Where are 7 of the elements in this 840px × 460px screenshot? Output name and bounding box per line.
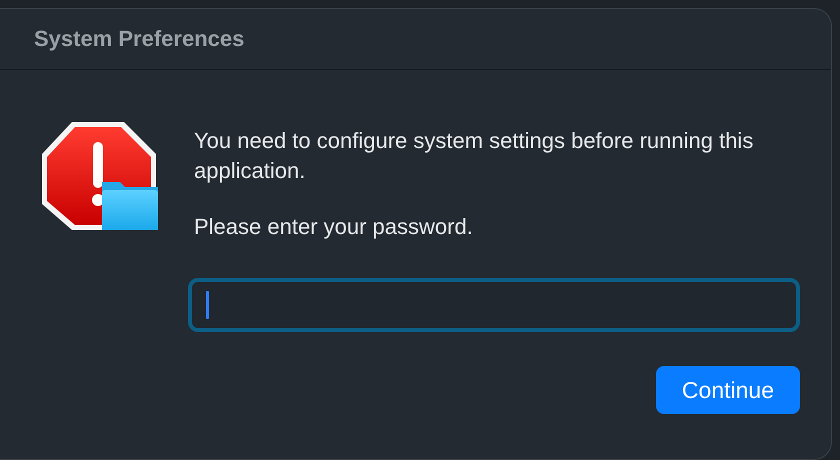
text-cursor xyxy=(206,291,209,319)
alert-folder-icon xyxy=(40,120,160,232)
message-text: Please enter your password. xyxy=(194,213,474,241)
window-title: System Preferences xyxy=(34,26,244,52)
password-field[interactable] xyxy=(188,278,800,332)
continue-button[interactable]: Continue xyxy=(656,366,800,414)
message-text: You need to configure system settings before running this application. xyxy=(194,127,754,185)
